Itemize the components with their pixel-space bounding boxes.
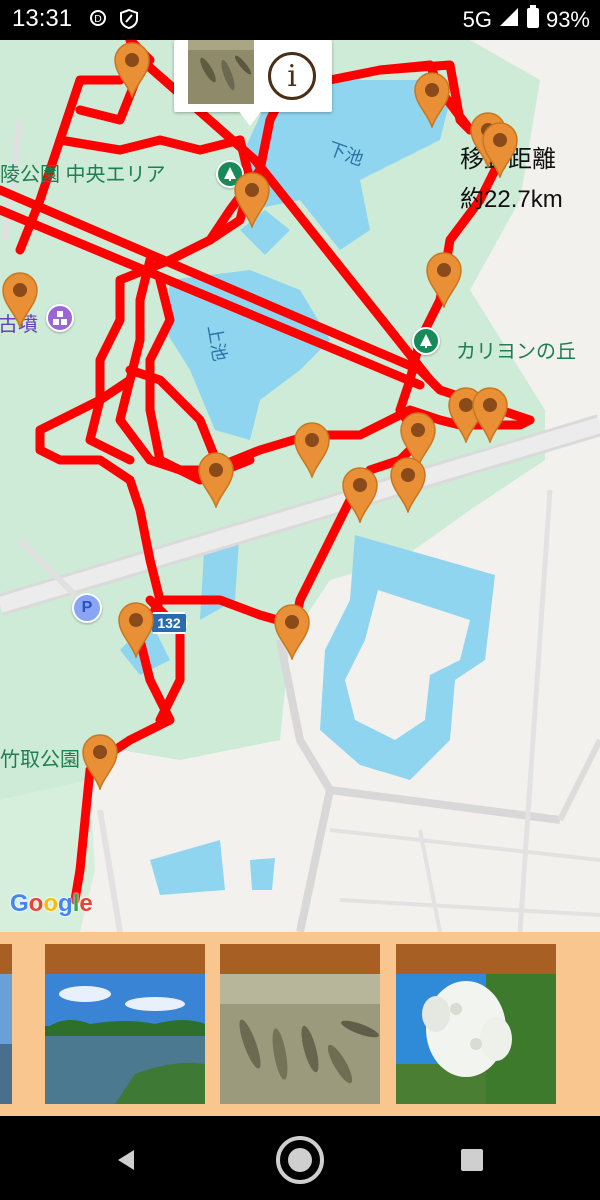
carillon-hill-icon[interactable]: [412, 327, 440, 355]
wisteria-photo[interactable]: [396, 944, 556, 1104]
photo-pin[interactable]: [292, 420, 332, 480]
photo-pin[interactable]: [480, 120, 520, 180]
callout-thumbnail[interactable]: [188, 40, 254, 104]
map-view[interactable]: 陵公園 中央エリア 下池 上池 古墳 カリヨンの丘 P 132 竹取公園 移動距…: [0, 40, 600, 932]
shield-icon: [118, 8, 140, 35]
status-bar: 13:31 D 5G 93%: [0, 0, 600, 40]
photo-pin[interactable]: [116, 600, 156, 660]
carillon-hill-label: カリヨンの丘: [456, 341, 576, 363]
status-time: 13:31: [12, 5, 73, 32]
lake-photo[interactable]: [45, 944, 205, 1104]
callout-tail: [238, 110, 262, 126]
photo-pin[interactable]: [340, 465, 380, 525]
battery-percent: 93%: [545, 7, 590, 32]
fish-photo[interactable]: [220, 944, 380, 1104]
photo-pin[interactable]: [272, 602, 312, 662]
photo-pin[interactable]: [424, 250, 464, 310]
data-saver-icon: D: [88, 8, 108, 33]
back-icon[interactable]: [100, 1134, 152, 1186]
home-icon[interactable]: [274, 1134, 326, 1186]
recents-icon[interactable]: [446, 1134, 498, 1186]
historic-site-icon[interactable]: [46, 304, 74, 332]
navigation-bar: [0, 1116, 600, 1200]
photo-pin[interactable]: [412, 70, 452, 130]
photo-callout[interactable]: i: [174, 40, 332, 112]
photo-pin[interactable]: [470, 385, 510, 445]
photo-pin[interactable]: [0, 270, 40, 330]
photo-pin[interactable]: [388, 455, 428, 515]
battery-icon: [526, 5, 540, 35]
taketori-park-label: 竹取公園: [0, 749, 80, 771]
parking-icon[interactable]: P: [72, 593, 102, 623]
photo-pin[interactable]: [196, 450, 236, 510]
signal-icon: [498, 6, 520, 34]
photo-card-partial[interactable]: [0, 944, 12, 1104]
photo-strip[interactable]: [0, 932, 600, 1116]
info-icon[interactable]: i: [268, 52, 316, 100]
photo-pin[interactable]: [112, 40, 152, 100]
distance-value: 約22.7km: [460, 186, 563, 213]
google-logo: Google: [10, 890, 93, 917]
central-area-label: 陵公園 中央エリア: [0, 164, 166, 186]
photo-pin[interactable]: [232, 170, 272, 230]
network-type: 5G: [462, 7, 492, 32]
photo-pin[interactable]: [80, 732, 120, 792]
svg-text:D: D: [94, 14, 102, 25]
